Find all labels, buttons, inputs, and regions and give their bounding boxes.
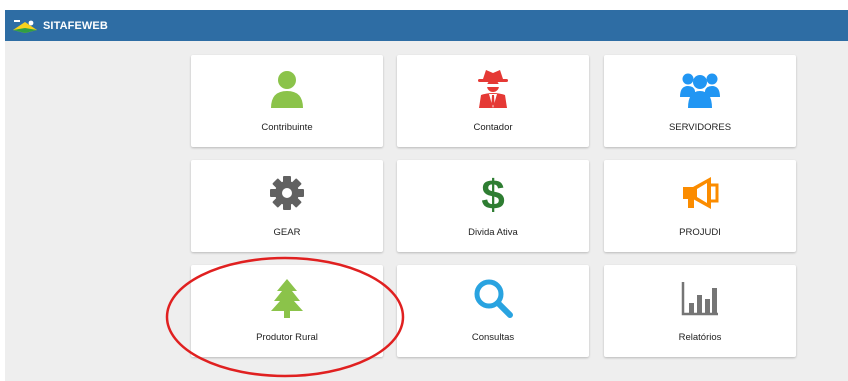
spy-icon bbox=[478, 70, 508, 108]
gear-icon bbox=[270, 176, 304, 210]
tile-label: Contador bbox=[473, 122, 513, 133]
tile-label: Divida Ativa bbox=[468, 227, 518, 238]
tile-contador[interactable]: Contador bbox=[397, 55, 589, 147]
bar-chart-icon bbox=[681, 282, 718, 316]
dollar-icon: $ bbox=[481, 172, 504, 214]
tile-relatorios[interactable]: Relatórios bbox=[604, 265, 796, 357]
tile-label: Produtor Rural bbox=[256, 332, 318, 343]
tile-contribuinte[interactable]: Contribuinte bbox=[191, 55, 383, 147]
tile-label: Relatórios bbox=[678, 332, 722, 343]
users-group-icon bbox=[680, 73, 720, 108]
state-flag-icon bbox=[11, 16, 39, 35]
tile-label: GEAR bbox=[273, 227, 301, 238]
app-title: SITAFEWEB bbox=[43, 19, 108, 32]
tile-gear[interactable]: GEAR bbox=[191, 160, 383, 252]
tile-produtor-rural[interactable]: Produtor Rural bbox=[191, 265, 383, 357]
tree-icon bbox=[271, 279, 303, 318]
tile-servidores[interactable]: SERVIDORES bbox=[604, 55, 796, 147]
tile-label: Contribuinte bbox=[261, 122, 313, 133]
tile-consultas[interactable]: Consultas bbox=[397, 265, 589, 357]
svg-text:$: $ bbox=[481, 172, 504, 214]
user-icon bbox=[271, 71, 303, 108]
tile-label: PROJUDI bbox=[679, 227, 721, 238]
megaphone-icon bbox=[683, 177, 719, 209]
tile-label: SERVIDORES bbox=[668, 122, 732, 133]
search-icon bbox=[474, 279, 513, 318]
tile-divida-ativa[interactable]: $ Divida Ativa bbox=[397, 160, 589, 252]
top-bar: SITAFEWEB bbox=[5, 10, 848, 41]
main-content: Contribuinte Contador SERVIDORES GEAR $ … bbox=[5, 41, 848, 381]
tile-label: Consultas bbox=[471, 332, 515, 343]
tile-projudi[interactable]: PROJUDI bbox=[604, 160, 796, 252]
